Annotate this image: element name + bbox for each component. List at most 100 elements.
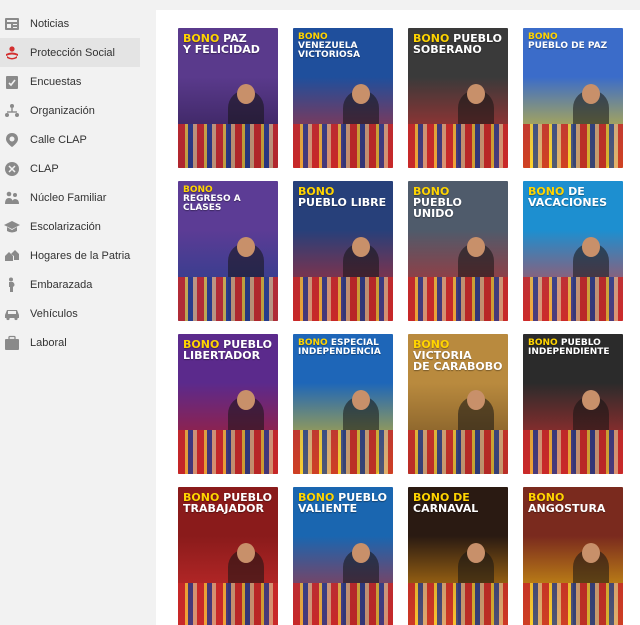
- person-head: [237, 543, 255, 563]
- bonus-card[interactable]: BONO PUEBLO TRABAJADOR: [178, 487, 278, 625]
- crowd: [178, 583, 278, 625]
- crowd: [408, 430, 508, 474]
- briefcase-icon: [4, 335, 20, 351]
- crowd: [408, 124, 508, 168]
- person-head: [582, 237, 600, 257]
- card-title: BONO DE VACACIONES: [528, 186, 619, 210]
- sidebar-item-label: Núcleo Familiar: [30, 191, 107, 204]
- card-title-line2: PUEBLO DE PAZ: [528, 41, 608, 52]
- card-title: BONO PAZ Y FELICIDAD: [183, 33, 274, 57]
- bonus-card[interactable]: BONO PUEBLO DE PAZ: [523, 28, 623, 168]
- crowd: [293, 124, 393, 168]
- card-title-line2: Y FELICIDAD: [183, 43, 260, 57]
- card-title-line2: VACACIONES: [528, 196, 608, 210]
- sidebar-item-news[interactable]: Noticias: [0, 9, 148, 38]
- card-title-line2: VALIENTE: [298, 502, 358, 516]
- person-head: [237, 84, 255, 104]
- person-head: [467, 543, 485, 563]
- person-head: [237, 237, 255, 257]
- crowd: [178, 277, 278, 321]
- person-head: [467, 84, 485, 104]
- crowd: [408, 583, 508, 625]
- sidebar-item-homes[interactable]: Hogares de la Patria: [0, 241, 148, 270]
- crowd: [293, 583, 393, 625]
- card-title: BONO PUEBLO SOBERANO: [413, 33, 504, 57]
- sidebar-item-organization[interactable]: Organización: [0, 96, 148, 125]
- card-title-line2: SOBERANO: [413, 43, 482, 57]
- crowd: [293, 277, 393, 321]
- sidebar-item-family[interactable]: Núcleo Familiar: [0, 183, 148, 212]
- sidebar-item-vehicle[interactable]: Vehículos: [0, 299, 148, 328]
- card-title-line2: INDEPENDENCIA: [298, 347, 381, 358]
- person-head: [352, 390, 370, 410]
- crowd: [523, 583, 623, 625]
- bonus-card[interactable]: BONO PUEBLO INDEPENDIENTE: [523, 334, 623, 474]
- sidebar-item-school[interactable]: Escolarización: [0, 212, 148, 241]
- card-title: BONO PUEBLO UNIDO: [413, 186, 504, 220]
- person-head: [352, 84, 370, 104]
- card-title: BONO ANGOSTURA: [528, 492, 619, 516]
- bonus-card[interactable]: BONO PAZ Y FELICIDAD: [178, 28, 278, 168]
- card-title-line2: CARNAVAL: [413, 502, 479, 516]
- card-title: BONO PUEBLO LIBRE: [298, 186, 389, 209]
- card-title-line2: VENEZUELA VICTORIOSA: [298, 41, 361, 61]
- sidebar-item-briefcase[interactable]: Laboral: [0, 328, 148, 357]
- person-head: [582, 390, 600, 410]
- card-title-line2: INDEPENDIENTE: [528, 347, 610, 358]
- card-title: BONO VENEZUELA VICTORIOSA: [298, 32, 389, 61]
- card-title: BONO PUEBLO VALIENTE: [298, 492, 389, 516]
- bonus-card[interactable]: BONO ESPECIAL INDEPENDENCIA: [293, 334, 393, 474]
- crowd: [523, 277, 623, 321]
- card-title-line1: BONO VICTORIA: [413, 339, 504, 361]
- person-head: [237, 390, 255, 410]
- school-icon: [4, 219, 20, 235]
- bonus-card[interactable]: BONO REGRESO A CLASES: [178, 181, 278, 321]
- sidebar-item-street-clap[interactable]: Calle CLAP: [0, 125, 148, 154]
- bonus-card[interactable]: BONO PUEBLO UNIDO: [408, 181, 508, 321]
- bonus-card[interactable]: BONO VENEZUELA VICTORIOSA: [293, 28, 393, 168]
- bonus-card[interactable]: BONO DE VACACIONES: [523, 181, 623, 321]
- crowd: [178, 430, 278, 474]
- social-protection-icon: [4, 45, 20, 61]
- card-title-line2: REGRESO A CLASES: [183, 194, 241, 214]
- bonus-card[interactable]: BONO PUEBLO VALIENTE: [293, 487, 393, 625]
- sidebar-item-label: Protección Social: [30, 46, 115, 59]
- card-title-line2: ANGOSTURA: [528, 502, 606, 516]
- person-head: [582, 543, 600, 563]
- card-title: BONO ESPECIAL INDEPENDENCIA: [298, 338, 389, 358]
- bonus-card[interactable]: BONO PUEBLO LIBERTADOR: [178, 334, 278, 474]
- person-head: [467, 237, 485, 257]
- sidebar-item-pregnant[interactable]: Embarazada: [0, 270, 148, 299]
- crowd: [293, 430, 393, 474]
- bonus-card[interactable]: BONO PUEBLO LIBRE: [293, 181, 393, 321]
- sidebar-item-label: Calle CLAP: [30, 133, 87, 146]
- bonus-card[interactable]: BONO DE CARNAVAL: [408, 487, 508, 625]
- card-title-line2: DE CARABOBO: [413, 360, 503, 374]
- bonus-card[interactable]: BONO PUEBLO SOBERANO: [408, 28, 508, 168]
- sidebar-item-label: Laboral: [30, 336, 67, 349]
- bonus-card[interactable]: BONO VICTORIA DE CARABOBO: [408, 334, 508, 474]
- pregnant-icon: [4, 277, 20, 293]
- person-head: [352, 543, 370, 563]
- app-window: Noticias Protección Social Encuestas Organi…: [0, 0, 640, 625]
- bonus-grid: BONO PAZ Y FELICIDAD BONO VENEZUELA VICTOR…: [156, 10, 640, 625]
- sidebar-item-label: Escolarización: [30, 220, 101, 233]
- crowd: [523, 430, 623, 474]
- person-head: [352, 237, 370, 257]
- bonus-card[interactable]: BONO ANGOSTURA: [523, 487, 623, 625]
- card-title: BONO VICTORIA DE CARABOBO: [413, 339, 504, 373]
- sidebar-item-clap[interactable]: CLAP: [0, 154, 148, 183]
- crowd: [523, 124, 623, 168]
- card-title: BONO PUEBLO INDEPENDIENTE: [528, 338, 619, 358]
- sidebar-item-label: Hogares de la Patria: [30, 249, 131, 262]
- sidebar-item-survey[interactable]: Encuestas: [0, 67, 148, 96]
- card-title-line2: PUEBLO UNIDO: [413, 196, 462, 221]
- person-head: [467, 390, 485, 410]
- sidebar-item-label: Vehículos: [30, 307, 78, 320]
- sidebar-item-label: Noticias: [30, 17, 70, 30]
- sidebar-item-social-protection[interactable]: Protección Social: [0, 38, 140, 67]
- card-title: BONO DE CARNAVAL: [413, 492, 504, 516]
- street-clap-icon: [4, 132, 20, 148]
- news-icon: [4, 16, 20, 32]
- survey-icon: [4, 74, 20, 90]
